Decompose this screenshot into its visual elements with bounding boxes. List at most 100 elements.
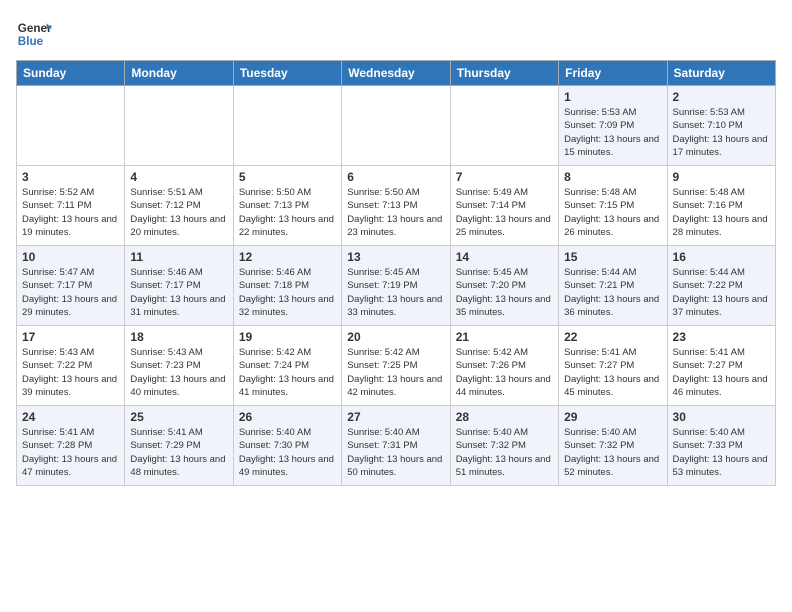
day-number: 7: [456, 170, 553, 184]
day-number: 2: [673, 90, 770, 104]
day-info: Sunrise: 5:43 AM Sunset: 7:23 PM Dayligh…: [130, 346, 227, 399]
logo: General Blue: [16, 16, 52, 52]
week-row-2: 3 Sunrise: 5:52 AM Sunset: 7:11 PM Daylig…: [17, 166, 776, 246]
calendar-cell: 9Sunrise: 5:48 AM Sunset: 7:16 PM Daylig…: [667, 166, 775, 246]
weekday-header-row: SundayMondayTuesdayWednesdayThursdayFrid…: [17, 61, 776, 86]
day-info: Sunrise: 5:40 AM Sunset: 7:30 PM Dayligh…: [239, 426, 336, 479]
day-number: 25: [130, 410, 227, 424]
day-number: 29: [564, 410, 661, 424]
day-number: 18: [130, 330, 227, 344]
calendar-cell: 1 Sunrise: 5:53 AM Sunset: 7:09 PM Daylig…: [559, 86, 667, 166]
day-info: Sunrise: 5:45 AM Sunset: 7:20 PM Dayligh…: [456, 266, 553, 319]
day-info: Sunrise: 5:41 AM Sunset: 7:29 PM Dayligh…: [130, 426, 227, 479]
day-number: 15: [564, 250, 661, 264]
calendar-cell: 26 Sunrise: 5:40 AM Sunset: 7:30 PM Dayli…: [233, 406, 341, 486]
day-info: Sunrise: 5:41 AM Sunset: 7:28 PM Dayligh…: [22, 426, 119, 479]
weekday-header-saturday: Saturday: [667, 61, 775, 86]
day-info: Sunrise: 5:53 AM Sunset: 7:10 PM Dayligh…: [673, 106, 770, 159]
day-info: Sunrise: 5:44 AM Sunset: 7:22 PM Dayligh…: [673, 266, 770, 319]
day-number: 27: [347, 410, 444, 424]
calendar-cell: 22 Sunrise: 5:41 AM Sunset: 7:27 PM Dayli…: [559, 326, 667, 406]
day-info: Sunrise: 5:46 AM Sunset: 7:18 PM Dayligh…: [239, 266, 336, 319]
calendar-cell: 28 Sunrise: 5:40 AM Sunset: 7:32 PM Dayli…: [450, 406, 558, 486]
weekday-header-sunday: Sunday: [17, 61, 125, 86]
calendar-cell: 3 Sunrise: 5:52 AM Sunset: 7:11 PM Daylig…: [17, 166, 125, 246]
day-number: 21: [456, 330, 553, 344]
calendar-cell: [125, 86, 233, 166]
page-header: General Blue: [16, 16, 776, 52]
day-number: 23: [673, 330, 770, 344]
weekday-header-tuesday: Tuesday: [233, 61, 341, 86]
calendar-cell: 11 Sunrise: 5:46 AM Sunset: 7:17 PM Dayli…: [125, 246, 233, 326]
calendar-cell: 20 Sunrise: 5:42 AM Sunset: 7:25 PM Dayli…: [342, 326, 450, 406]
week-row-1: 1 Sunrise: 5:53 AM Sunset: 7:09 PM Daylig…: [17, 86, 776, 166]
day-info: Sunrise: 5:42 AM Sunset: 7:24 PM Dayligh…: [239, 346, 336, 399]
calendar-cell: 17Sunrise: 5:43 AM Sunset: 7:22 PM Dayli…: [17, 326, 125, 406]
svg-text:Blue: Blue: [18, 35, 44, 48]
calendar-cell: 15Sunrise: 5:44 AM Sunset: 7:21 PM Dayli…: [559, 246, 667, 326]
day-info: Sunrise: 5:46 AM Sunset: 7:17 PM Dayligh…: [130, 266, 227, 319]
calendar-cell: 27Sunrise: 5:40 AM Sunset: 7:31 PM Dayli…: [342, 406, 450, 486]
day-number: 19: [239, 330, 336, 344]
day-info: Sunrise: 5:40 AM Sunset: 7:32 PM Dayligh…: [564, 426, 661, 479]
calendar-cell: 12 Sunrise: 5:46 AM Sunset: 7:18 PM Dayli…: [233, 246, 341, 326]
day-number: 9: [673, 170, 770, 184]
weekday-header-friday: Friday: [559, 61, 667, 86]
calendar-cell: 25 Sunrise: 5:41 AM Sunset: 7:29 PM Dayli…: [125, 406, 233, 486]
day-info: Sunrise: 5:48 AM Sunset: 7:15 PM Dayligh…: [564, 186, 661, 239]
day-number: 20: [347, 330, 444, 344]
day-number: 14: [456, 250, 553, 264]
day-number: 30: [673, 410, 770, 424]
day-number: 28: [456, 410, 553, 424]
day-info: Sunrise: 5:41 AM Sunset: 7:27 PM Dayligh…: [673, 346, 770, 399]
day-number: 24: [22, 410, 119, 424]
calendar-cell: 18 Sunrise: 5:43 AM Sunset: 7:23 PM Dayli…: [125, 326, 233, 406]
day-number: 22: [564, 330, 661, 344]
week-row-3: 10 Sunrise: 5:47 AM Sunset: 7:17 PM Dayli…: [17, 246, 776, 326]
day-number: 16: [673, 250, 770, 264]
day-number: 26: [239, 410, 336, 424]
weekday-header-thursday: Thursday: [450, 61, 558, 86]
day-info: Sunrise: 5:40 AM Sunset: 7:33 PM Dayligh…: [673, 426, 770, 479]
logo-icon: General Blue: [16, 16, 52, 52]
calendar-cell: 4Sunrise: 5:51 AM Sunset: 7:12 PM Daylig…: [125, 166, 233, 246]
calendar-cell: 23 Sunrise: 5:41 AM Sunset: 7:27 PM Dayli…: [667, 326, 775, 406]
calendar-cell: 16 Sunrise: 5:44 AM Sunset: 7:22 PM Dayli…: [667, 246, 775, 326]
day-number: 12: [239, 250, 336, 264]
day-info: Sunrise: 5:42 AM Sunset: 7:25 PM Dayligh…: [347, 346, 444, 399]
day-info: Sunrise: 5:41 AM Sunset: 7:27 PM Dayligh…: [564, 346, 661, 399]
calendar-cell: 29 Sunrise: 5:40 AM Sunset: 7:32 PM Dayli…: [559, 406, 667, 486]
day-number: 6: [347, 170, 444, 184]
day-number: 3: [22, 170, 119, 184]
calendar-cell: 14 Sunrise: 5:45 AM Sunset: 7:20 PM Dayli…: [450, 246, 558, 326]
day-number: 1: [564, 90, 661, 104]
week-row-4: 17Sunrise: 5:43 AM Sunset: 7:22 PM Dayli…: [17, 326, 776, 406]
day-info: Sunrise: 5:45 AM Sunset: 7:19 PM Dayligh…: [347, 266, 444, 319]
calendar-cell: [450, 86, 558, 166]
calendar-cell: [233, 86, 341, 166]
day-number: 17: [22, 330, 119, 344]
calendar-cell: 10 Sunrise: 5:47 AM Sunset: 7:17 PM Dayli…: [17, 246, 125, 326]
day-number: 13: [347, 250, 444, 264]
day-info: Sunrise: 5:47 AM Sunset: 7:17 PM Dayligh…: [22, 266, 119, 319]
day-number: 5: [239, 170, 336, 184]
calendar-cell: 30 Sunrise: 5:40 AM Sunset: 7:33 PM Dayli…: [667, 406, 775, 486]
day-info: Sunrise: 5:40 AM Sunset: 7:32 PM Dayligh…: [456, 426, 553, 479]
day-info: Sunrise: 5:51 AM Sunset: 7:12 PM Dayligh…: [130, 186, 227, 239]
day-info: Sunrise: 5:49 AM Sunset: 7:14 PM Dayligh…: [456, 186, 553, 239]
calendar-cell: 19 Sunrise: 5:42 AM Sunset: 7:24 PM Dayli…: [233, 326, 341, 406]
day-info: Sunrise: 5:42 AM Sunset: 7:26 PM Dayligh…: [456, 346, 553, 399]
calendar-cell: 2 Sunrise: 5:53 AM Sunset: 7:10 PM Daylig…: [667, 86, 775, 166]
weekday-header-monday: Monday: [125, 61, 233, 86]
calendar-cell: 13 Sunrise: 5:45 AM Sunset: 7:19 PM Dayli…: [342, 246, 450, 326]
day-number: 11: [130, 250, 227, 264]
calendar-cell: [342, 86, 450, 166]
day-number: 10: [22, 250, 119, 264]
day-info: Sunrise: 5:50 AM Sunset: 7:13 PM Dayligh…: [239, 186, 336, 239]
weekday-header-wednesday: Wednesday: [342, 61, 450, 86]
day-info: Sunrise: 5:53 AM Sunset: 7:09 PM Dayligh…: [564, 106, 661, 159]
calendar-cell: 5 Sunrise: 5:50 AM Sunset: 7:13 PM Daylig…: [233, 166, 341, 246]
day-info: Sunrise: 5:52 AM Sunset: 7:11 PM Dayligh…: [22, 186, 119, 239]
day-info: Sunrise: 5:50 AM Sunset: 7:13 PM Dayligh…: [347, 186, 444, 239]
calendar-cell: 24 Sunrise: 5:41 AM Sunset: 7:28 PM Dayli…: [17, 406, 125, 486]
